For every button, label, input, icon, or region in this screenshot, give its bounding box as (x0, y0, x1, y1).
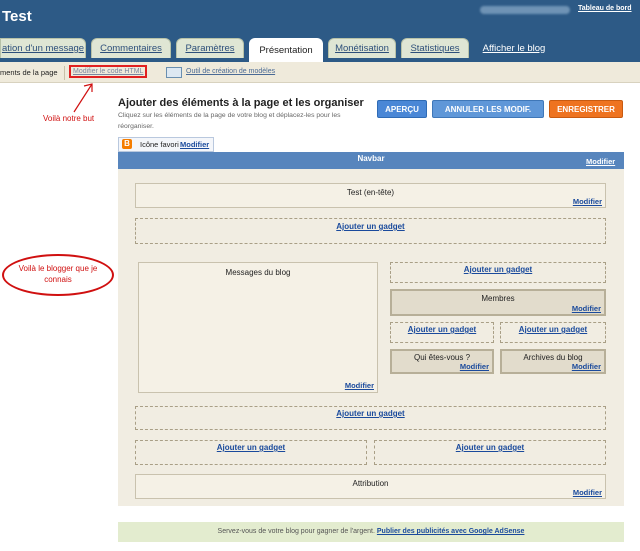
blog-title: Test (2, 8, 32, 25)
about-me-title: Qui êtes-vous ? (413, 353, 471, 362)
add-gadget-link[interactable]: Ajouter un gadget (501, 325, 605, 334)
template-designer-icon (166, 67, 182, 78)
add-gadget-link[interactable]: Ajouter un gadget (391, 265, 605, 274)
members-title: Membres (481, 294, 515, 303)
blog-posts-edit-link[interactable]: Modifier (345, 381, 374, 390)
favicon-edit-link[interactable]: Modifier (180, 140, 209, 149)
add-gadget-link[interactable]: Ajouter un gadget (136, 409, 605, 418)
add-gadget-link[interactable]: Ajouter un gadget (375, 443, 605, 452)
attribution-edit-link[interactable]: Modifier (573, 488, 602, 497)
layout-canvas: Test (en-tête) Modifier Ajouter un gadge… (118, 169, 624, 506)
template-designer-link[interactable]: Outil de création de modèles (186, 68, 275, 75)
tab-layout[interactable]: Présentation (249, 38, 323, 62)
edit-html-link[interactable]: Modifier le code HTML (69, 65, 148, 78)
tab-create-post[interactable]: ation d'un message (0, 38, 86, 58)
add-gadget-link[interactable]: Ajouter un gadget (136, 222, 605, 231)
subnav-divider (64, 66, 65, 80)
save-button[interactable]: ENREGISTRER (549, 100, 623, 118)
adsense-link[interactable]: Publier des publicités avec Google AdSen… (377, 528, 525, 535)
archives-widget[interactable]: Archives du blog Modifier (500, 349, 606, 374)
adsense-text: Servez-vous de votre blog pour gagner de… (217, 528, 375, 535)
tab-stats[interactable]: Statistiques (401, 38, 469, 58)
page-description: Cliquez sur les éléments de la page de v… (118, 112, 341, 130)
attribution-widget[interactable]: Attribution Modifier (135, 474, 606, 499)
attribution-title: Attribution (352, 479, 389, 488)
add-gadget-zone-sidebar[interactable]: Ajouter un gadget (390, 262, 606, 283)
user-email-blurred (480, 6, 570, 14)
add-gadget-zone-top[interactable]: Ajouter un gadget (135, 218, 606, 244)
tab-comments[interactable]: Commentaires (91, 38, 171, 58)
members-widget[interactable]: Membres Modifier (390, 289, 606, 316)
view-blog-link[interactable]: Afficher le blog (474, 38, 554, 58)
header-widget[interactable]: Test (en-tête) Modifier (135, 183, 606, 208)
annotation-blogger-text: Voilà le blogger que je connais (18, 264, 98, 284)
blog-posts-widget[interactable]: Messages du blog Modifier (138, 262, 378, 393)
about-me-edit-link[interactable]: Modifier (460, 362, 489, 371)
archives-edit-link[interactable]: Modifier (572, 362, 601, 371)
annotation-target-text: Voilà notre but (43, 114, 95, 123)
add-gadget-link[interactable]: Ajouter un gadget (136, 443, 366, 452)
add-gadget-zone-footer-left[interactable]: Ajouter un gadget (135, 440, 367, 465)
tab-monetization[interactable]: Monétisation (328, 38, 396, 58)
navbar-label: Navbar (357, 154, 385, 163)
archives-title: Archives du blog (523, 353, 583, 362)
favicon-label: Icône favori (140, 140, 179, 149)
blog-posts-title: Messages du blog (225, 268, 291, 277)
page-title: Ajouter des éléments à la page et les or… (118, 97, 364, 109)
cancel-changes-button[interactable]: ANNULER LES MODIF. (432, 100, 544, 118)
tab-settings[interactable]: Paramètres (176, 38, 244, 58)
add-gadget-zone-footer-right[interactable]: Ajouter un gadget (374, 440, 606, 465)
dashboard-link[interactable]: Tableau de bord (578, 5, 632, 12)
add-gadget-link[interactable]: Ajouter un gadget (391, 325, 493, 334)
add-gadget-zone-left[interactable]: Ajouter un gadget (390, 322, 494, 343)
blogger-logo-icon: B (122, 139, 132, 149)
subnav-page-elements[interactable]: ments de la page (0, 68, 58, 77)
navbar-edit-link[interactable]: Modifier (586, 157, 615, 166)
add-gadget-zone-main[interactable]: Ajouter un gadget (135, 406, 606, 430)
members-edit-link[interactable]: Modifier (572, 304, 601, 313)
adsense-message: Servez-vous de votre blog pour gagner de… (118, 528, 624, 535)
header-widget-title: Test (en-tête) (346, 188, 395, 197)
preview-button[interactable]: APERÇU (377, 100, 427, 118)
header-edit-link[interactable]: Modifier (573, 197, 602, 206)
add-gadget-zone-right[interactable]: Ajouter un gadget (500, 322, 606, 343)
annotation-arrow-icon (73, 83, 93, 113)
about-me-widget[interactable]: Qui êtes-vous ? Modifier (390, 349, 494, 374)
